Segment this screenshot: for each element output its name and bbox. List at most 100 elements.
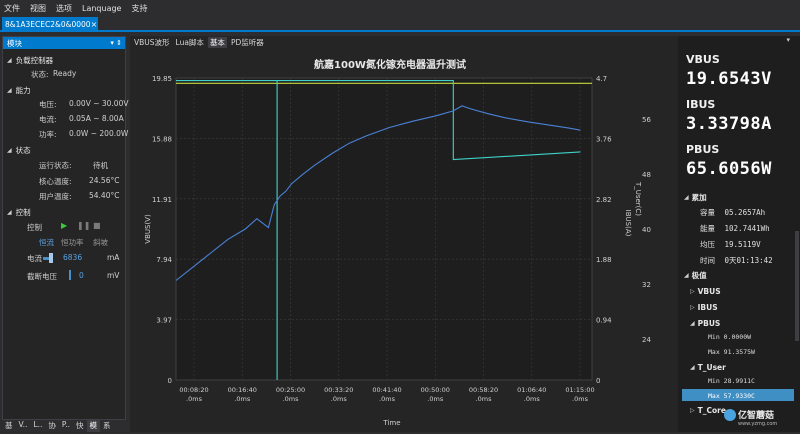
stop-icon[interactable]: ■ xyxy=(93,221,101,230)
bottom-tab-l[interactable]: L.. xyxy=(30,420,45,432)
bottom-tab-basic[interactable]: 基 xyxy=(2,420,16,432)
y-right2-tick-label: 40 xyxy=(642,226,651,234)
cutoff-unit: mV xyxy=(107,271,120,280)
menu-view[interactable]: 视图 xyxy=(30,3,46,14)
close-icon[interactable]: × xyxy=(91,20,98,29)
accum-capacity-row: 容量 05.2657Ah xyxy=(700,207,765,218)
panel-menu-icon[interactable]: ▾ xyxy=(786,36,790,44)
pbus-min: Min 0.0000W xyxy=(708,333,752,341)
device-tab[interactable]: 8&1A3ECEC2&0&0000 × xyxy=(2,17,98,31)
ability-power-value: 0.0W ~ 200.0W xyxy=(69,129,129,138)
current-input[interactable]: 6836 xyxy=(63,253,82,262)
collapse-arrow-icon[interactable]: ◢ xyxy=(684,272,689,279)
y-right1-tick-label: 3.76 xyxy=(596,135,612,143)
y-left-tick-label: 15.88 xyxy=(152,135,172,143)
collapse-arrow-icon[interactable]: ◢ xyxy=(690,364,695,371)
group-accumulate[interactable]: ◢ 累加 xyxy=(684,192,707,203)
mode-cp[interactable]: 恒功率 xyxy=(61,237,84,248)
x-tick-label-line: 00:58:20 xyxy=(469,386,498,394)
group-control-label: 控制 xyxy=(15,208,31,217)
pbus-label: PBUS xyxy=(686,143,720,156)
watermark-logo-icon xyxy=(724,409,736,421)
x-tick-label-line: .0ms xyxy=(283,395,300,403)
watermark: 亿智蘑菇 www.yzmg.com xyxy=(738,408,777,427)
group-control[interactable]: ◢ 控制 xyxy=(7,207,31,218)
x-tick-label-line: .0ms xyxy=(572,395,589,403)
y-right1-tick-label: 0.94 xyxy=(596,317,612,325)
control-label: 控制 xyxy=(27,222,47,232)
mode-cc[interactable]: 恒流 xyxy=(39,237,54,248)
temperature-chart[interactable]: 航嘉100W氮化镓充电器温升测试 0 3.97 7.94 11.91 15.88 19.8… xyxy=(130,48,678,432)
collapse-arrow-icon[interactable]: ◢ xyxy=(7,209,12,216)
cutoff-input[interactable]: 0 xyxy=(79,271,84,280)
tab-vbus-wave[interactable]: VBUS波形 xyxy=(132,37,172,48)
collapse-arrow-icon[interactable]: ◢ xyxy=(690,320,695,327)
extreme-tcore-label: T_Core xyxy=(697,406,726,415)
pin-icon[interactable]: ▾ ⇕ xyxy=(110,39,122,47)
collapse-arrow-icon[interactable]: ◢ xyxy=(684,194,689,201)
group-extreme-label: 极值 xyxy=(691,271,707,280)
y-left-tick-label: 19.85 xyxy=(152,75,172,83)
tuser-max: Max 57.9330C xyxy=(708,392,755,400)
bottom-tab-fast[interactable]: 快 xyxy=(73,420,87,432)
x-tick-label-line: 00:08:20 xyxy=(179,386,208,394)
module-panel-title: 模块 xyxy=(7,38,22,48)
tab-lua-script[interactable]: Lua脚本 xyxy=(174,37,206,48)
y-right1-tick-label: 4.7 xyxy=(596,75,607,83)
tab-basic[interactable]: 基本 xyxy=(207,36,227,48)
ability-current-row: 电流: 0.05A ~ 8.00A xyxy=(39,114,125,124)
x-tick-label-line: .0ms xyxy=(379,395,396,403)
x-tick-label-line: 00:25:00 xyxy=(276,386,305,394)
menu-file[interactable]: 文件 xyxy=(4,3,20,14)
ability-power-key: 功率: xyxy=(39,130,57,139)
watermark-sub: www.yzmg.com xyxy=(738,421,778,427)
y-right1-axis-label: IBUS(A) xyxy=(624,210,632,237)
bottom-tab-system[interactable]: 系 xyxy=(100,420,114,432)
extreme-vbus-node[interactable]: ▷ VBUS xyxy=(690,287,721,296)
extreme-ibus-node[interactable]: ▷ IBUS xyxy=(690,303,718,312)
expand-arrow-icon[interactable]: ▷ xyxy=(690,304,695,311)
collapse-arrow-icon[interactable]: ◢ xyxy=(7,57,12,64)
accum-time-value: 0天01:13:42 xyxy=(724,256,773,265)
vbus-value: 19.6543V xyxy=(686,69,772,89)
mode-ramp[interactable]: 斜坡 xyxy=(93,237,108,248)
x-tick-label-line: 01:15:00 xyxy=(565,386,594,394)
group-load-controller[interactable]: ◢ 负载控制器 xyxy=(7,55,53,66)
expand-arrow-icon[interactable]: ▷ xyxy=(690,407,695,414)
cutoff-slider-knob[interactable] xyxy=(69,270,71,280)
group-extreme[interactable]: ◢ 极值 xyxy=(684,270,707,281)
menu-support[interactable]: 支持 xyxy=(131,3,147,14)
menu-options[interactable]: 选项 xyxy=(56,3,72,14)
bottom-tab-v[interactable]: V.. xyxy=(16,420,31,432)
accum-time-row: 时间 0天01:13:42 xyxy=(700,255,773,266)
pbus-value: 65.6056W xyxy=(686,159,772,179)
vertical-scrollbar[interactable] xyxy=(795,231,799,341)
collapse-arrow-icon[interactable]: ◢ xyxy=(7,87,12,94)
current-slider-knob[interactable] xyxy=(49,253,53,263)
accum-energy-key: 能量 xyxy=(700,224,715,233)
pause-icon[interactable]: ❚❚ xyxy=(77,221,90,230)
extreme-tcore-node[interactable]: ▷ T_Core xyxy=(690,406,726,415)
group-accumulate-label: 累加 xyxy=(691,193,707,202)
tab-pd-monitor[interactable]: PD监听器 xyxy=(229,37,266,48)
play-icon[interactable]: ▶ xyxy=(61,221,67,230)
device-tab-label: 8&1A3ECEC2&0&0000 xyxy=(5,19,91,29)
extreme-pbus-node[interactable]: ◢ PBUS xyxy=(690,319,720,328)
bottom-tab-p[interactable]: P.. xyxy=(59,420,73,432)
menu-language[interactable]: Lanquage xyxy=(82,4,121,13)
group-status-label: 状态 xyxy=(15,146,31,155)
extreme-tuser-node[interactable]: ◢ T_User xyxy=(690,363,726,372)
group-status[interactable]: ◢ 状态 xyxy=(7,145,31,156)
bottom-tab-protocol[interactable]: 协 xyxy=(45,420,59,432)
accum-capacity-key: 容量 xyxy=(700,208,715,217)
extreme-pbus-label: PBUS xyxy=(697,319,721,328)
document-tabstrip: 8&1A3ECEC2&0&0000 × xyxy=(0,16,800,32)
y-left-tick-label: 7.94 xyxy=(156,256,172,264)
collapse-arrow-icon[interactable]: ◢ xyxy=(7,147,12,154)
group-ability[interactable]: ◢ 能力 xyxy=(7,85,31,96)
core-temp-key: 核心温度: xyxy=(39,177,72,186)
bottom-tab-module[interactable]: 模 xyxy=(86,420,101,432)
expand-arrow-icon[interactable]: ▷ xyxy=(690,288,695,295)
accum-energy-value: 102.7441Wh xyxy=(724,224,770,233)
ability-current-key: 电流: xyxy=(39,115,57,124)
